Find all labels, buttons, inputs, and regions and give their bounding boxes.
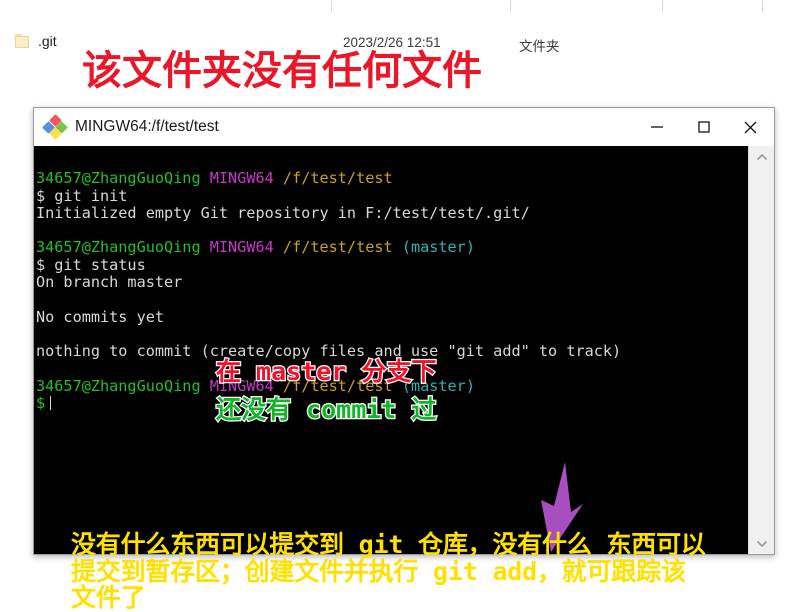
annotation-bottom-explanation: 没有什么东西可以提交到 git 仓库，没有什么 东西可以 提交到暂存区；创建文件… (71, 530, 706, 612)
file-list-row-git[interactable]: .git 2023/2/26 12:51 文件夹 (0, 14, 812, 54)
annotation-on-master-branch: 在 master 分支下 (215, 356, 438, 387)
maximize-button[interactable] (680, 108, 727, 146)
prompt-user: 34657@ZhangGuoQing (36, 376, 201, 395)
prompt-path: /f/test/test (282, 238, 393, 257)
close-icon (744, 121, 757, 133)
column-divider (331, 0, 332, 12)
file-type-label: 文件夹 (519, 39, 560, 54)
prompt-final: $ (36, 394, 46, 413)
terminal-output-init: Initialized empty Git repository in F:/t… (36, 203, 530, 222)
terminal-command-git-init: $ git init (36, 186, 128, 205)
prompt-user: 34657@ZhangGuoQing (36, 238, 201, 257)
terminal-title-bar[interactable]: MINGW64:/f/test/test (34, 108, 774, 147)
column-divider (762, 0, 763, 12)
window-title-label: MINGW64:/f/test/test (75, 118, 219, 135)
mingw64-terminal-window: MINGW64:/f/test/test 34657@ZhangGuoQing … (33, 107, 775, 611)
prompt-shell: MINGW64 (209, 238, 274, 257)
terminal-scrollbar[interactable] (748, 146, 774, 554)
mingw-diamond-icon (42, 114, 68, 140)
minimize-icon (650, 126, 663, 128)
file-name-label: .git (38, 33, 57, 49)
terminal-command-git-status: $ git status (36, 255, 146, 274)
terminal-output-area[interactable]: 34657@ZhangGuoQing MINGW64 /f/test/test … (34, 146, 774, 554)
maximize-icon (697, 121, 710, 133)
chevron-up-icon (756, 153, 767, 160)
explorer-file-list: .git 2023/2/26 12:51 文件夹 该文件夹没有任何文件 (0, 0, 812, 107)
scrollbar-up-button[interactable] (749, 146, 774, 168)
folder-icon (15, 34, 30, 48)
window-controls (633, 108, 774, 146)
prompt-user: 34657@ZhangGuoQing (36, 169, 201, 188)
minimize-button[interactable] (633, 108, 680, 146)
prompt-path: /f/test/test (282, 169, 393, 188)
column-divider (662, 0, 663, 12)
annotation-no-commit-yet: 还没有 commit 过 (215, 394, 438, 425)
prompt-shell: MINGW64 (209, 169, 274, 188)
terminal-cursor (50, 396, 52, 411)
column-divider (510, 0, 511, 12)
terminal-output-branch: On branch master (36, 273, 183, 292)
prompt-branch: (master) (401, 238, 475, 257)
annotation-no-files: 该文件夹没有任何文件 (81, 47, 484, 96)
terminal-output-no-commits: No commits yet (36, 307, 165, 326)
close-button[interactable] (727, 108, 774, 146)
